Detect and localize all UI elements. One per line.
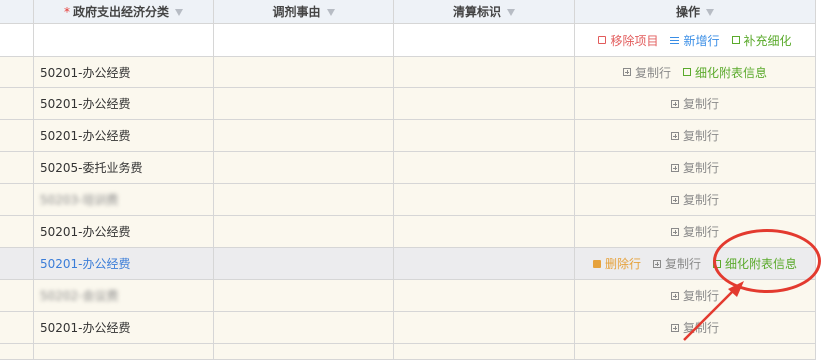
settlement-cell[interactable] [394, 344, 575, 359]
category-cell[interactable] [34, 344, 214, 359]
row-number-cell [0, 344, 34, 359]
annotation-arrow [683, 281, 744, 341]
table-row[interactable] [0, 344, 816, 360]
row-actions-cell [575, 344, 816, 359]
reason-cell[interactable] [214, 344, 394, 359]
